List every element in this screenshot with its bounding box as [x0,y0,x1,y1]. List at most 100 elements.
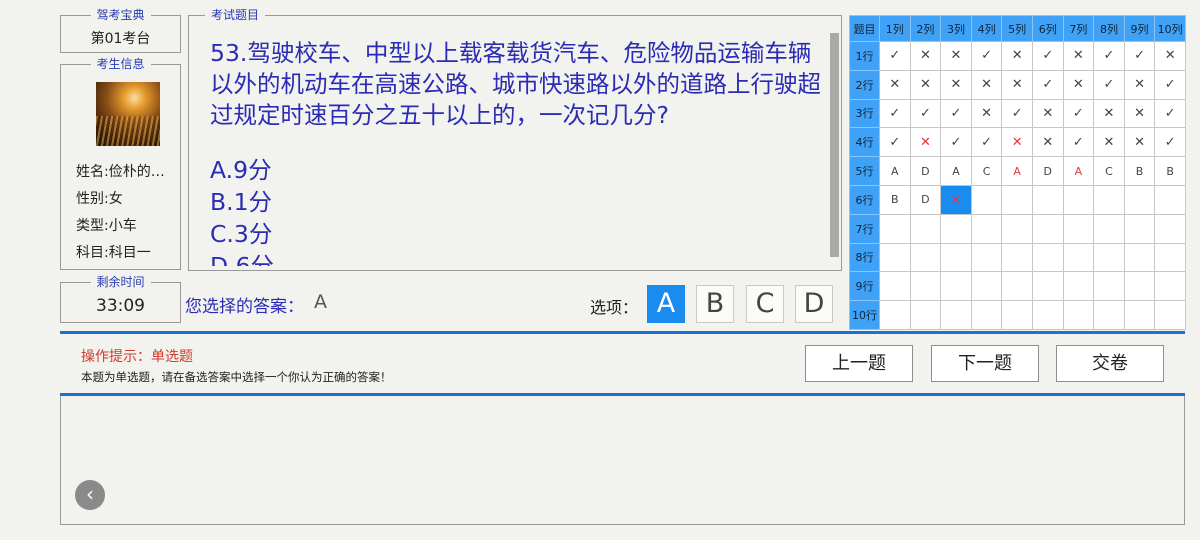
grid-cell[interactable]: A [1001,156,1033,186]
grid-cell[interactable]: ✓ [1154,98,1186,129]
grid-cell[interactable] [1123,271,1156,302]
grid-cell[interactable]: ✕ [970,98,1003,129]
grid-cell[interactable] [1062,300,1095,330]
grid-cell[interactable] [1154,184,1186,215]
grid-cell[interactable] [1154,300,1186,330]
grid-cell[interactable] [1031,213,1064,244]
grid-cell[interactable] [1031,271,1064,302]
grid-cell[interactable]: ✕ [940,184,972,215]
grid-cell[interactable] [1001,271,1033,302]
grid-cell[interactable] [1123,184,1156,215]
grid-cell[interactable] [879,300,911,330]
grid-cell[interactable]: B [1123,156,1156,186]
choice-d-button[interactable]: D [795,285,833,323]
grid-cell[interactable]: ✓ [1062,98,1095,129]
grid-cell[interactable]: ✕ [970,69,1003,100]
grid-cell[interactable] [1123,213,1156,244]
grid-cell[interactable]: ✓ [940,127,972,158]
grid-cell[interactable] [1031,242,1064,273]
grid-cell[interactable]: ✕ [1031,98,1064,129]
grid-cell[interactable]: ✕ [1001,127,1033,158]
grid-cell[interactable]: ✕ [1001,69,1033,100]
grid-cell[interactable]: ✕ [1001,41,1033,71]
grid-cell[interactable]: ✓ [1123,41,1156,71]
grid-cell[interactable] [1001,300,1033,330]
choice-c-button[interactable]: C [746,285,784,323]
grid-cell[interactable] [940,300,972,330]
grid-cell[interactable]: ✓ [1154,127,1186,158]
grid-cell[interactable]: ✓ [1031,69,1064,100]
grid-cell[interactable]: A [879,156,911,186]
grid-cell[interactable] [1001,184,1033,215]
grid-cell[interactable]: ✕ [909,127,942,158]
grid-cell[interactable]: ✕ [1062,41,1095,71]
grid-cell[interactable] [1123,242,1156,273]
grid-cell[interactable]: ✓ [1093,41,1125,71]
grid-cell[interactable] [1093,184,1125,215]
grid-cell[interactable]: C [1093,156,1125,186]
grid-cell[interactable]: D [909,184,942,215]
grid-cell[interactable] [909,271,942,302]
grid-cell[interactable] [879,213,911,244]
grid-cell[interactable] [1093,271,1125,302]
grid-cell[interactable]: ✓ [1031,41,1064,71]
grid-cell[interactable] [970,271,1003,302]
grid-cell[interactable]: ✓ [879,127,911,158]
choice-b-button[interactable]: B [696,285,734,323]
grid-cell[interactable]: ✓ [940,98,972,129]
grid-cell[interactable]: D [909,156,942,186]
grid-cell[interactable]: ✓ [1001,98,1033,129]
grid-cell[interactable] [970,300,1003,330]
grid-cell[interactable]: ✕ [1031,127,1064,158]
grid-cell[interactable] [1093,300,1125,330]
grid-cell[interactable] [1093,213,1125,244]
grid-cell[interactable]: ✓ [879,41,911,71]
grid-cell[interactable] [1062,213,1095,244]
question-scrollbar[interactable] [830,33,839,257]
grid-cell[interactable] [1001,242,1033,273]
grid-cell[interactable]: ✕ [1062,69,1095,100]
grid-cell[interactable] [1031,300,1064,330]
grid-cell[interactable] [970,242,1003,273]
chevron-left-icon[interactable]: ‹ [75,480,105,510]
grid-cell[interactable]: ✕ [1123,69,1156,100]
grid-cell[interactable]: ✕ [1093,98,1125,129]
grid-cell[interactable] [1154,242,1186,273]
next-question-button[interactable]: 下一题 [931,345,1039,382]
grid-cell[interactable]: A [940,156,972,186]
grid-cell[interactable]: ✓ [879,98,911,129]
grid-cell[interactable]: ✕ [879,69,911,100]
grid-cell[interactable]: ✕ [909,41,942,71]
grid-cell[interactable] [1093,242,1125,273]
grid-cell[interactable] [970,184,1003,215]
grid-cell[interactable] [970,213,1003,244]
grid-cell[interactable]: ✕ [909,69,942,100]
grid-cell[interactable]: ✓ [1154,69,1186,100]
grid-cell[interactable] [1154,213,1186,244]
grid-cell[interactable]: ✓ [909,98,942,129]
grid-cell[interactable] [909,213,942,244]
grid-cell[interactable] [1123,300,1156,330]
grid-cell[interactable] [1062,184,1095,215]
submit-exam-button[interactable]: 交卷 [1056,345,1164,382]
grid-cell[interactable]: ✓ [1093,69,1125,100]
grid-cell[interactable] [1154,271,1186,302]
grid-cell[interactable] [1062,242,1095,273]
grid-cell[interactable]: B [1154,156,1186,186]
grid-cell[interactable]: ✕ [1123,98,1156,129]
grid-cell[interactable]: D [1031,156,1064,186]
grid-cell[interactable] [909,300,942,330]
grid-cell[interactable]: ✓ [1062,127,1095,158]
grid-cell[interactable]: C [970,156,1003,186]
grid-cell[interactable]: B [879,184,911,215]
grid-cell[interactable] [1001,213,1033,244]
grid-cell[interactable] [940,242,972,273]
grid-cell[interactable]: ✓ [970,127,1003,158]
grid-cell[interactable] [940,213,972,244]
grid-cell[interactable]: ✕ [940,41,972,71]
grid-cell[interactable] [1062,271,1095,302]
grid-cell[interactable]: ✕ [1154,41,1186,71]
grid-cell[interactable] [940,271,972,302]
prev-question-button[interactable]: 上一题 [805,345,913,382]
grid-cell[interactable] [1031,184,1064,215]
